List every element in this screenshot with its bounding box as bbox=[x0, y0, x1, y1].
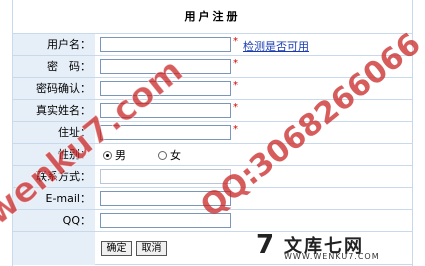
address-input[interactable] bbox=[100, 125, 231, 140]
gender-female-option[interactable]: 女 bbox=[158, 148, 181, 162]
check-availability-link[interactable]: 检测是否可用 bbox=[243, 38, 309, 54]
required-mark: * bbox=[233, 102, 238, 113]
username-label: 用户名： bbox=[13, 34, 95, 55]
logo-mark-icon: 7 bbox=[256, 230, 275, 260]
qq-label: QQ： bbox=[13, 210, 95, 231]
gender-female-label: 女 bbox=[170, 149, 181, 162]
password-confirm-label: 密码确认： bbox=[13, 78, 95, 99]
address-label: 住址： bbox=[13, 122, 95, 143]
email-label: E-mail： bbox=[13, 188, 95, 209]
row-gender: 性别： 男 女 bbox=[13, 143, 412, 165]
gender-male-label: 男 bbox=[115, 149, 126, 162]
row-contact: 联系方式： bbox=[13, 165, 412, 187]
gender-male-radio[interactable] bbox=[103, 150, 112, 160]
qq-input[interactable] bbox=[100, 213, 231, 228]
password-label: 密 码： bbox=[13, 56, 95, 77]
logo-url: WWW.WENKU7.COM bbox=[284, 252, 380, 261]
row-address: 住址： * bbox=[13, 121, 412, 143]
required-mark: * bbox=[233, 80, 238, 91]
row-username: 用户名： * 检测是否可用 bbox=[13, 33, 412, 55]
password-input[interactable] bbox=[100, 59, 231, 74]
contact-box bbox=[100, 169, 231, 184]
row-password: 密 码： * bbox=[13, 55, 412, 77]
gender-female-radio[interactable] bbox=[158, 150, 167, 160]
buttons-label-cell bbox=[13, 232, 95, 265]
form-title: 用户注册 bbox=[184, 10, 241, 23]
gender-label: 性别： bbox=[13, 144, 95, 165]
required-mark: * bbox=[233, 36, 238, 47]
cancel-button[interactable]: 取消 bbox=[136, 241, 167, 256]
wenku7-logo: 7 文库七网 WWW.WENKU7.COM bbox=[250, 228, 410, 262]
row-email: E-mail： bbox=[13, 187, 412, 209]
realname-input[interactable] bbox=[100, 103, 231, 118]
required-mark: * bbox=[233, 58, 238, 69]
contact-label: 联系方式： bbox=[13, 166, 95, 187]
row-password-confirm: 密码确认： * bbox=[13, 77, 412, 99]
required-mark: * bbox=[233, 124, 238, 135]
password-confirm-input[interactable] bbox=[100, 81, 231, 96]
realname-label: 真实姓名： bbox=[13, 100, 95, 121]
username-input[interactable] bbox=[100, 37, 231, 52]
email-input[interactable] bbox=[100, 191, 231, 206]
confirm-button[interactable]: 确定 bbox=[101, 241, 132, 256]
gender-male-option[interactable]: 男 bbox=[103, 148, 126, 162]
row-realname: 真实姓名： * bbox=[13, 99, 412, 121]
